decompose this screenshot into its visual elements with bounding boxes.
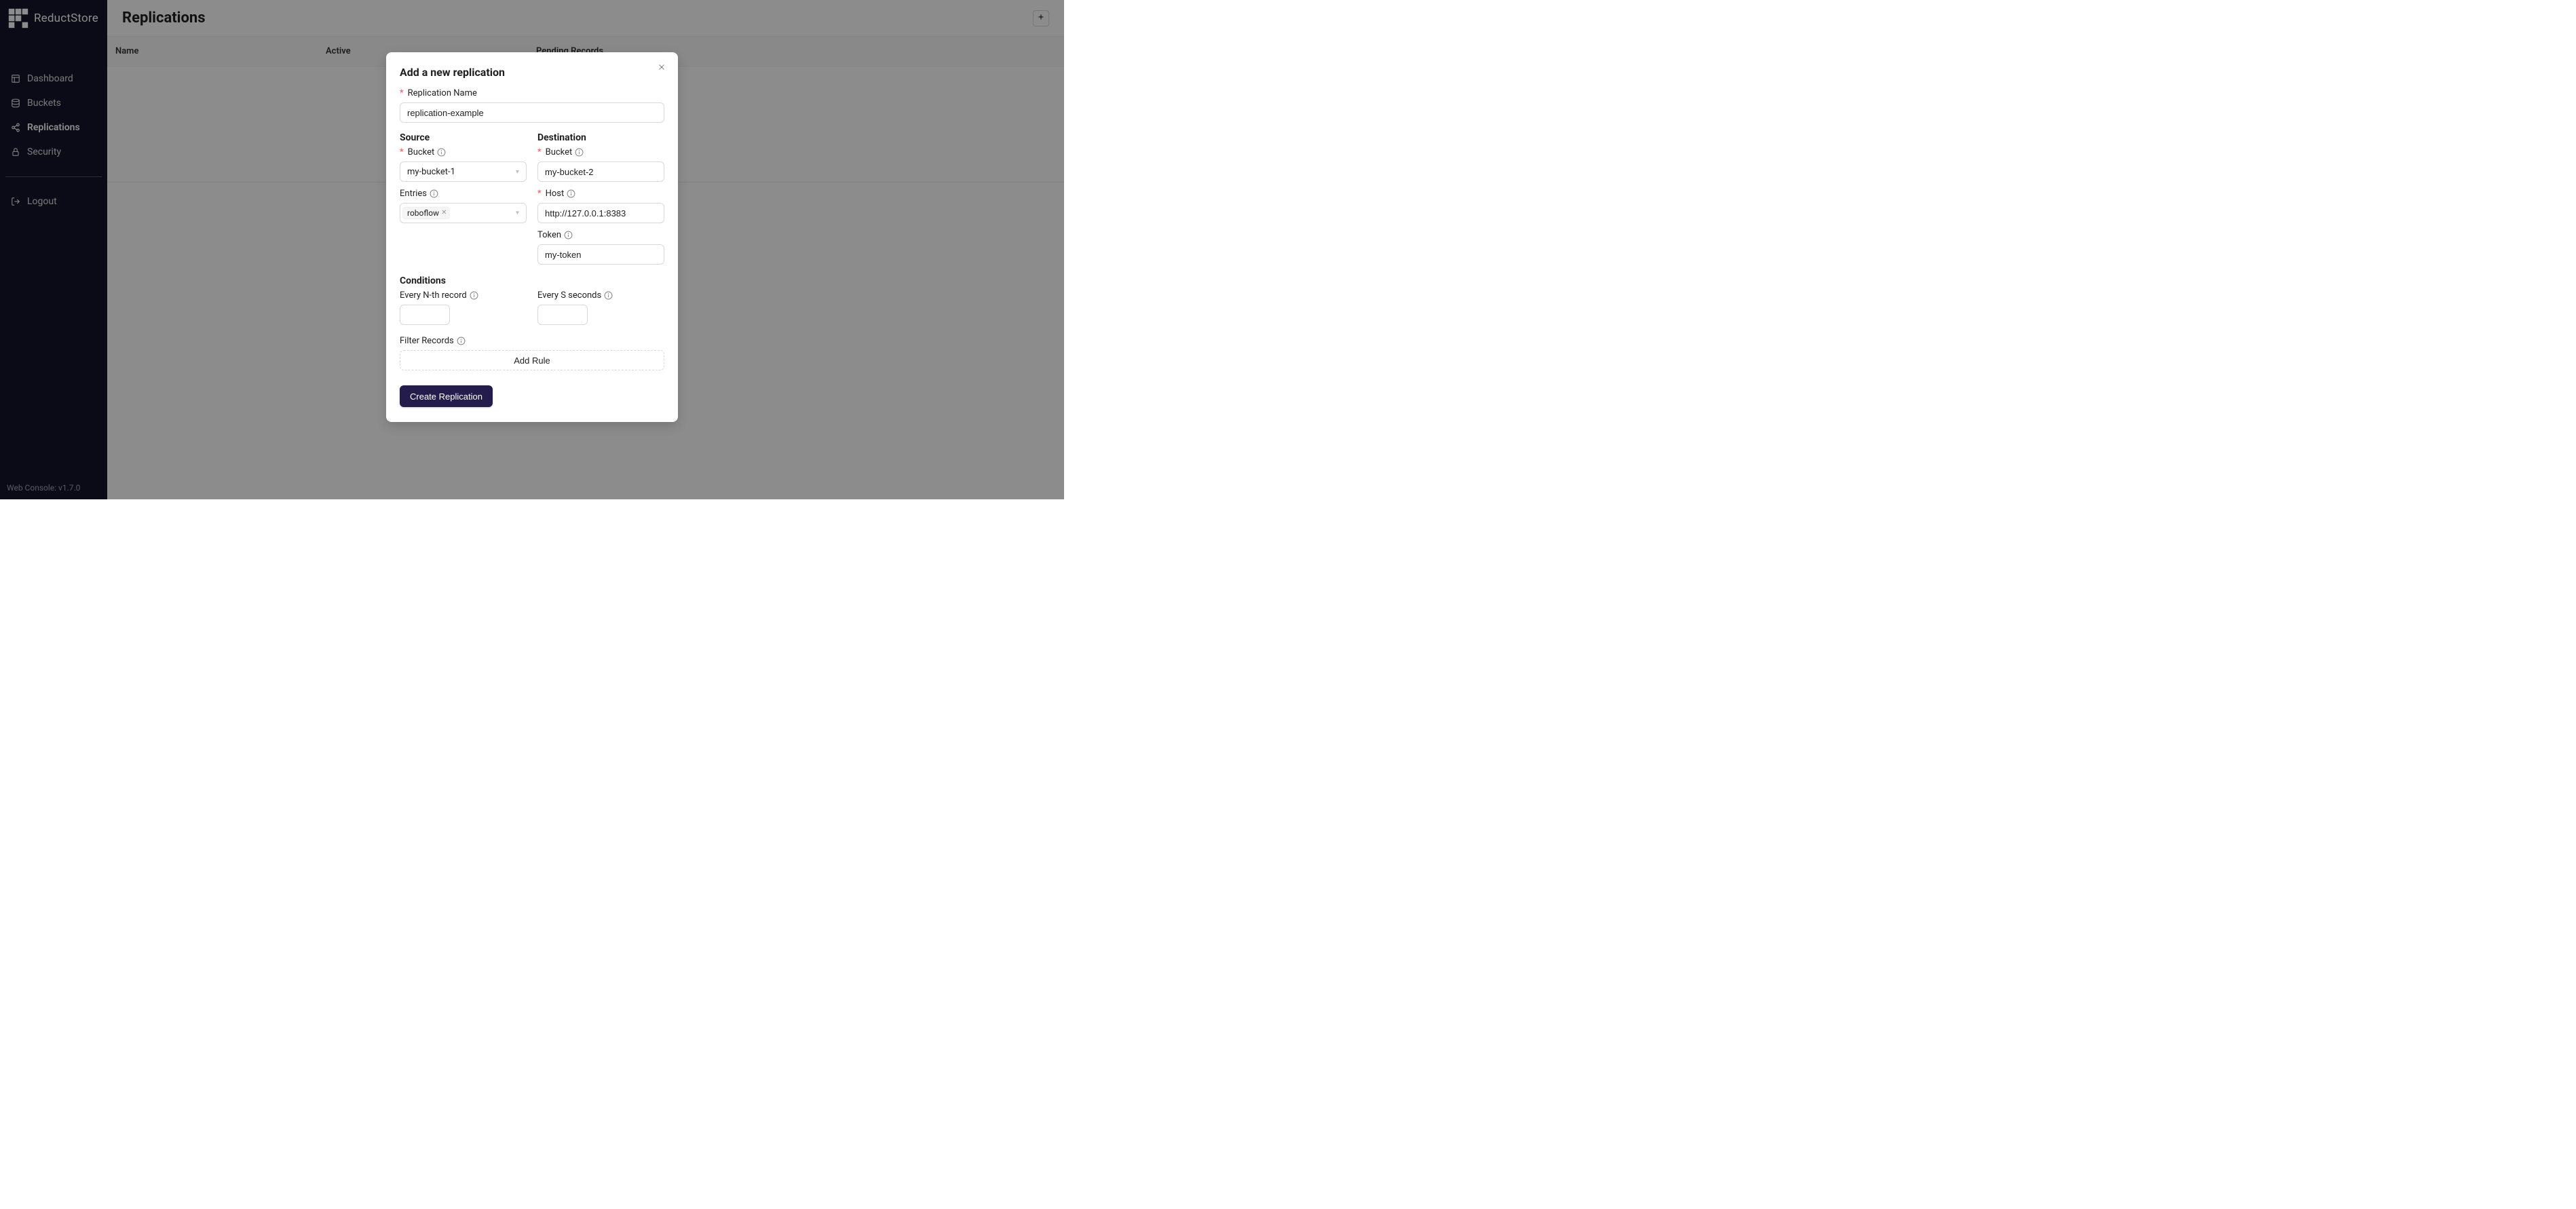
every-s-input[interactable] xyxy=(537,305,588,325)
entries-select[interactable]: roboflow ✕ ▾ xyxy=(400,203,527,223)
filter-records-label: Filter Records xyxy=(400,336,664,346)
info-icon[interactable] xyxy=(567,189,575,198)
source-bucket-label: *Bucket xyxy=(400,147,527,157)
modal-title: Add a new replication xyxy=(400,66,664,79)
create-replication-button[interactable]: Create Replication xyxy=(400,385,493,407)
source-section-title: Source xyxy=(400,132,527,143)
close-icon xyxy=(657,62,666,75)
every-s-label: Every S seconds xyxy=(537,290,664,301)
conditions-section-title: Conditions xyxy=(400,275,664,286)
host-input[interactable] xyxy=(537,203,664,223)
tag-remove-icon[interactable]: ✕ xyxy=(441,210,447,216)
info-icon[interactable] xyxy=(437,148,446,157)
chevron-down-icon: ▾ xyxy=(516,168,519,176)
info-icon[interactable] xyxy=(470,291,478,300)
destination-bucket-label: *Bucket xyxy=(537,147,664,157)
destination-section-title: Destination xyxy=(537,132,664,143)
add-rule-button[interactable]: Add Rule xyxy=(400,350,664,370)
entries-label: Entries xyxy=(400,189,527,199)
add-replication-modal: Add a new replication *Replication Name … xyxy=(386,52,678,422)
info-icon[interactable] xyxy=(564,231,573,239)
info-icon[interactable] xyxy=(457,337,466,345)
info-icon[interactable] xyxy=(430,189,438,198)
replication-name-input[interactable] xyxy=(400,102,664,123)
destination-bucket-input[interactable] xyxy=(537,161,664,182)
entries-tag: roboflow ✕ xyxy=(402,207,450,219)
source-bucket-value: my-bucket-1 xyxy=(407,167,455,177)
token-label: Token xyxy=(537,230,664,240)
chevron-down-icon: ▾ xyxy=(516,210,519,217)
info-icon[interactable] xyxy=(604,291,613,300)
tag-label: roboflow xyxy=(407,208,439,218)
every-n-input[interactable] xyxy=(400,305,450,325)
every-n-label: Every N-th record xyxy=(400,290,527,301)
modal-close-button[interactable] xyxy=(655,62,668,75)
replication-name-label: *Replication Name xyxy=(400,88,664,98)
info-icon[interactable] xyxy=(575,148,584,157)
host-label: *Host xyxy=(537,189,664,199)
token-input[interactable] xyxy=(537,244,664,265)
source-bucket-select[interactable]: my-bucket-1 ▾ xyxy=(400,161,527,182)
